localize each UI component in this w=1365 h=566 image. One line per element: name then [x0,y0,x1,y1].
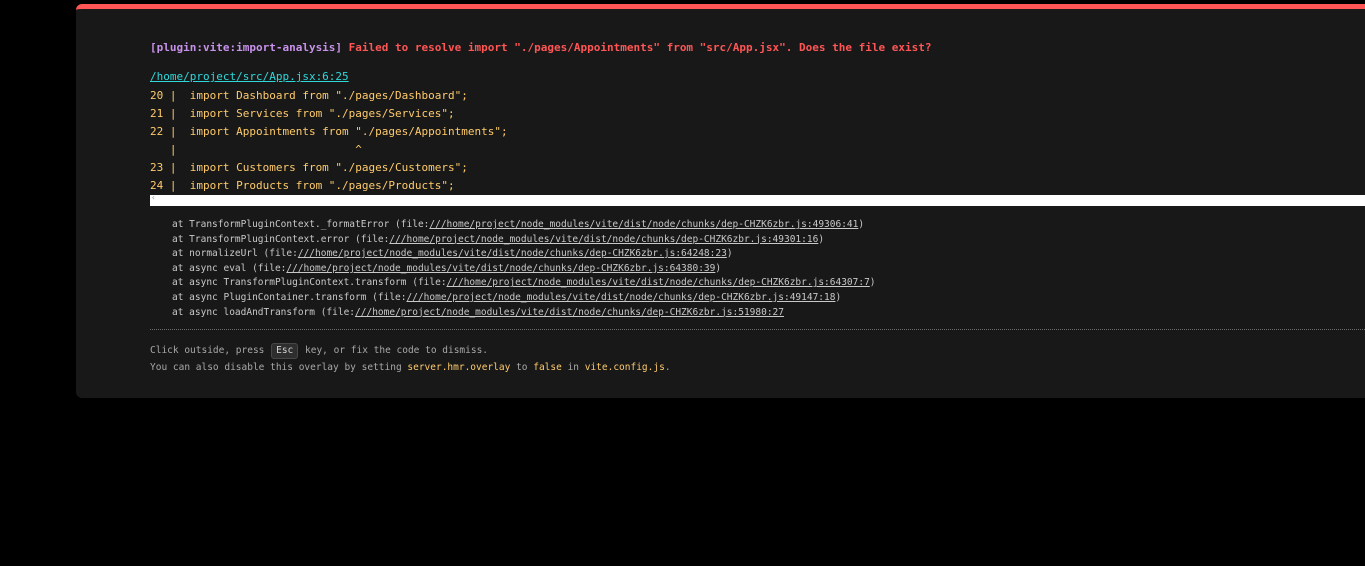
error-overlay: [plugin:vite:import-analysis] Failed to … [76,4,1365,398]
error-file-link[interactable]: /home/project/src/App.jsx:6:25 [150,69,349,85]
stack-frame: at TransformPluginContext._formatError (… [172,219,865,230]
stack-frame-path[interactable]: ///home/project/node_modules/vite/dist/n… [389,234,818,245]
stack-frame-path[interactable]: ///home/project/node_modules/vite/dist/n… [286,263,715,274]
code-frame-line: 23 | import Customers from "./pages/Cust… [150,161,468,174]
code-frame-line: 20 | import Dashboard from "./pages/Dash… [150,89,468,102]
stack-frame: at async loadAndTransform (file:///home/… [172,306,784,318]
code-frame: 20 | import Dashboard from "./pages/Dash… [150,87,508,195]
error-message: [plugin:vite:import-analysis] Failed to … [150,40,931,56]
error-text: Failed to resolve import "./pages/Appoin… [342,41,932,54]
stack-frame: at async eval (file:///home/project/node… [172,262,722,274]
scroll-left-icon[interactable]: ‹ [151,193,156,202]
esc-key-badge: Esc [271,343,299,359]
code-frame-line: 22 | import Appointments from "./pages/A… [150,125,508,138]
stack-trace: at TransformPluginContext._formatError (… [172,218,876,320]
code-frame-line: 21 | import Services from "./pages/Servi… [150,107,455,120]
config-file: vite.config.js [584,362,665,373]
dismiss-tip: Click outside, press Esc key, or fix the… [150,343,488,359]
stack-frame-path[interactable]: ///home/project/node_modules/vite/dist/n… [429,219,858,230]
divider [150,329,1365,330]
disable-overlay-tip: You can also disable this overlay by set… [150,362,671,373]
code-frame-caret-line: | ^ [150,143,362,156]
stack-frame: at normalizeUrl (file:///home/project/no… [172,248,733,260]
config-value: false [533,362,562,373]
stack-frame-path[interactable]: ///home/project/node_modules/vite/dist/n… [447,277,870,288]
horizontal-scrollbar[interactable]: ‹ [150,193,1365,206]
stack-frame-path[interactable]: ///home/project/node_modules/vite/dist/n… [298,248,727,259]
stack-frame: at async PluginContainer.transform (file… [172,291,842,303]
stack-frame: at async TransformPluginContext.transfor… [172,277,876,289]
stack-frame-path[interactable]: ///home/project/node_modules/vite/dist/n… [407,292,836,303]
stack-frame-path[interactable]: ///home/project/node_modules/vite/dist/n… [355,307,784,318]
code-frame-line: 24 | import Products from "./pages/Produ… [150,179,455,192]
config-option: server.hmr.overlay [407,362,511,373]
plugin-name: [plugin:vite:import-analysis] [150,41,343,54]
stack-frame: at TransformPluginContext.error (file://… [172,233,825,245]
